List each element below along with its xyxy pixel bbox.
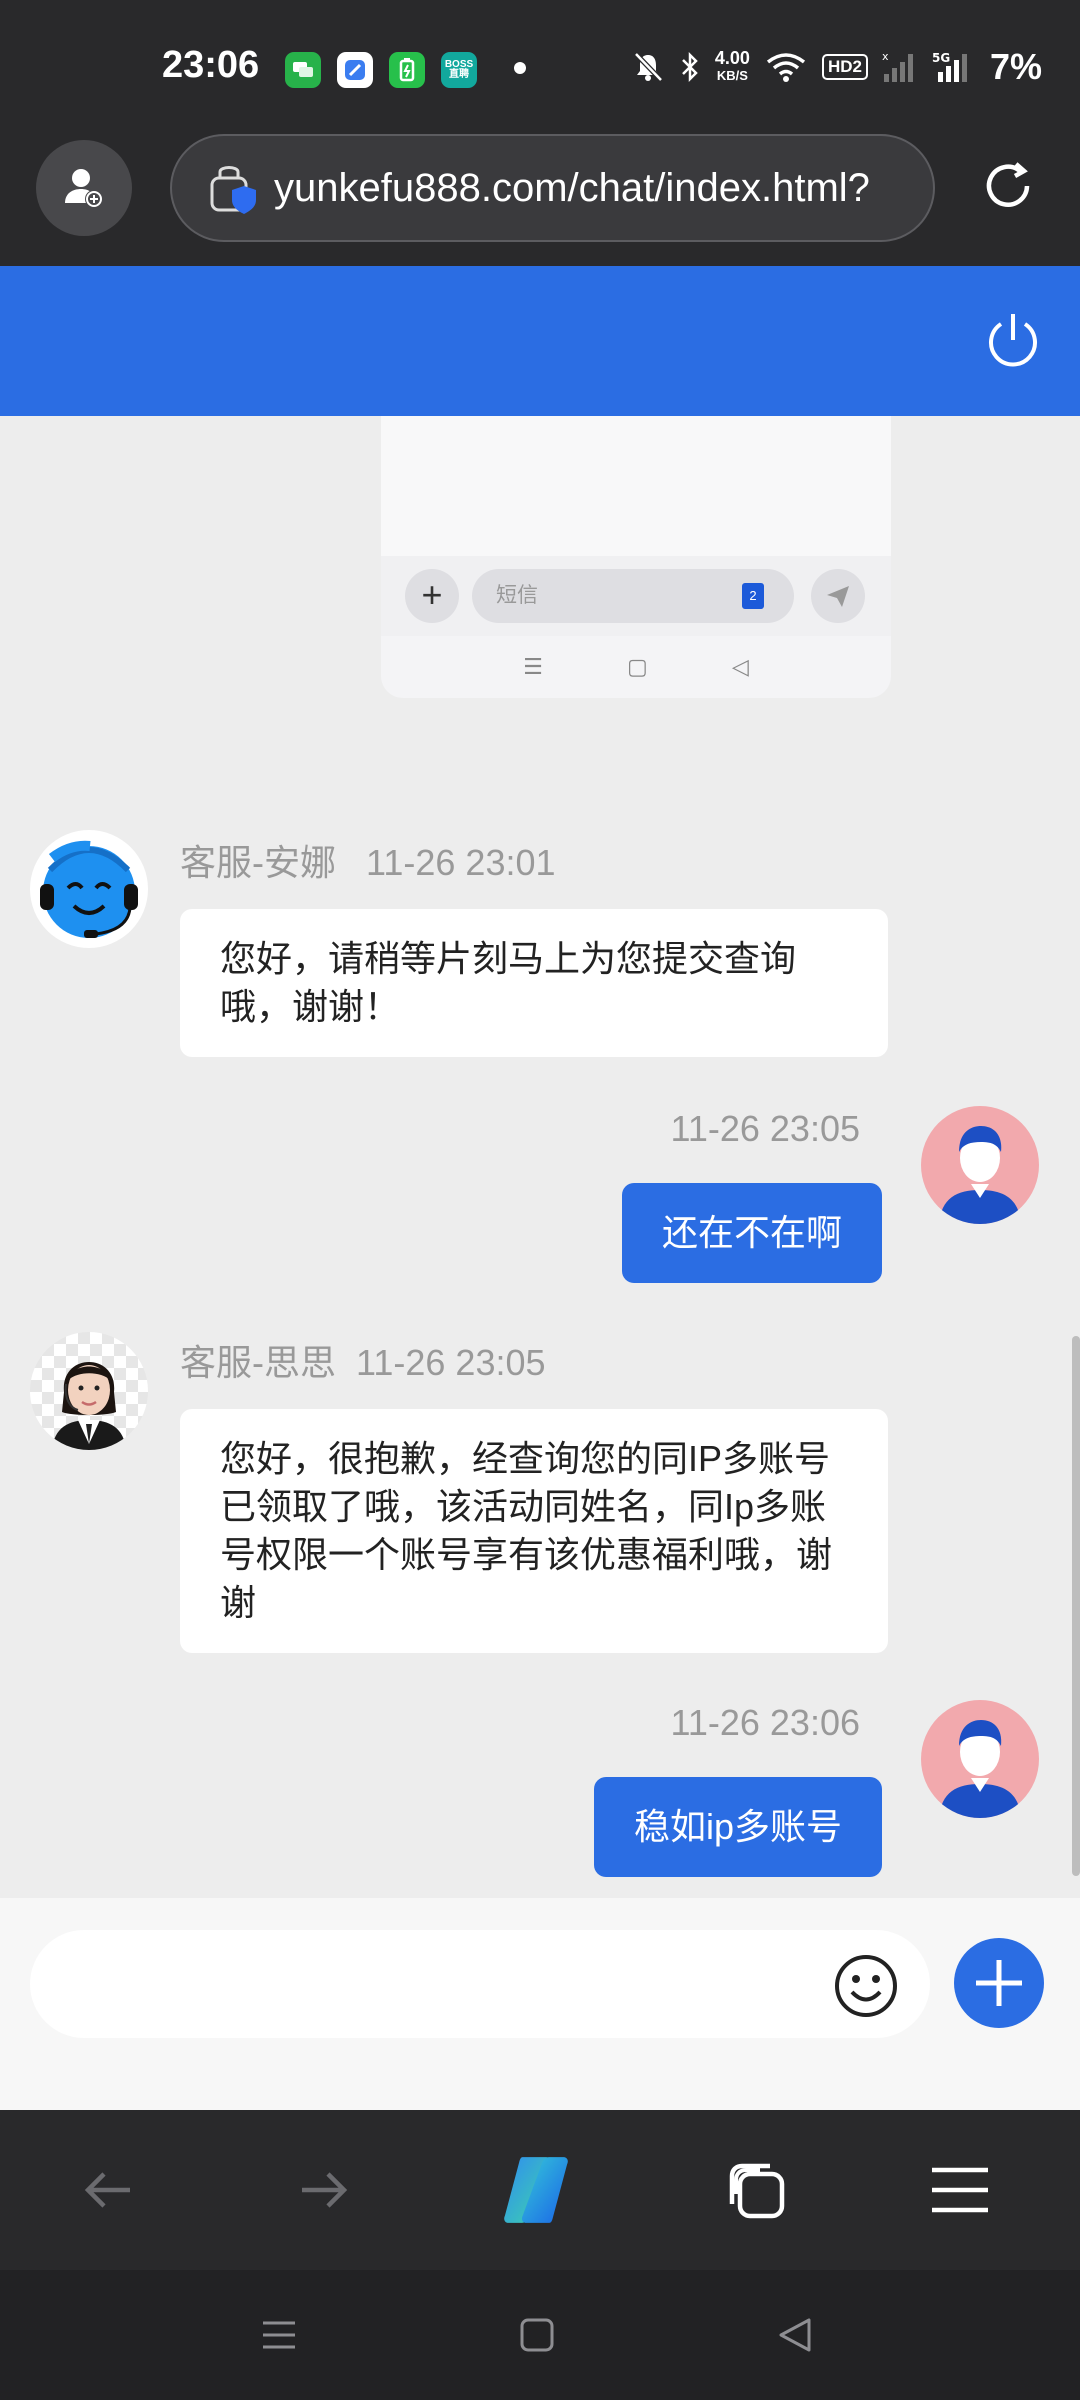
- battery-app-icon: [389, 52, 425, 88]
- arrow-right-icon: [302, 2172, 348, 2208]
- power-icon: [989, 314, 1037, 367]
- screenshot-send-icon: [811, 569, 865, 623]
- agent-avatar-sisi[interactable]: [30, 1332, 148, 1450]
- back-nav-button[interactable]: [760, 2300, 830, 2370]
- tabs-button[interactable]: [716, 2150, 796, 2230]
- back-button[interactable]: [68, 2150, 148, 2230]
- add-profile-button[interactable]: [36, 140, 132, 236]
- message-input[interactable]: [30, 1930, 930, 2038]
- emoji-button[interactable]: [833, 1953, 899, 2019]
- screenshot-nav-bar: ☰ ▢ ◁: [381, 636, 891, 698]
- browser-address-bar: yunkefu888.com/chat/index.html?: [0, 130, 1080, 266]
- user-message-bubble[interactable]: 还在不在啊: [621, 1183, 882, 1283]
- user-silhouette-icon: [939, 1126, 1021, 1224]
- bluetooth-icon: [682, 51, 698, 83]
- message-time: 11-26 23:06: [670, 1702, 861, 1743]
- notification-icons: BOSS 直聘: [285, 52, 477, 88]
- user-avatar[interactable]: [921, 1700, 1039, 1818]
- svg-text:x: x: [882, 50, 889, 63]
- arrow-left-icon: [84, 2172, 130, 2208]
- status-indicators: 4.00 KB/S HD2 x 5G 7%: [631, 46, 1042, 88]
- wifi-icon: [766, 53, 806, 82]
- sender-name: 客服-安娜: [180, 842, 336, 883]
- screenshot-menu-icon: ☰: [523, 654, 543, 679]
- mute-icon: [634, 52, 663, 82]
- site-security-icon: [210, 166, 256, 214]
- headset-bot-icon: [40, 840, 138, 938]
- url-field[interactable]: yunkefu888.com/chat/index.html?: [170, 134, 935, 242]
- smiley-icon: [835, 1955, 897, 2017]
- user-avatar[interactable]: [921, 1106, 1039, 1224]
- agent-photo-icon: [52, 1362, 126, 1450]
- battery-level: 7%: [989, 46, 1042, 87]
- message-meta: 客服-思思 11-26 23:05: [180, 1334, 546, 1386]
- screenshot-content-area: [381, 416, 891, 556]
- logout-button[interactable]: [982, 310, 1044, 372]
- url-text: yunkefu888.com/chat/index.html?: [274, 165, 870, 210]
- screenshot-sms-field: 短信 2: [472, 569, 794, 623]
- reload-button[interactable]: [972, 150, 1044, 222]
- shared-screenshot-image[interactable]: + 短信 2 ☰ ▢ ◁: [381, 416, 891, 698]
- screenshot-sms-input-row: + 短信 2: [381, 556, 891, 636]
- message-time: 11-26 23:05: [670, 1108, 861, 1149]
- back-triangle-icon: [779, 2318, 811, 2352]
- home-square-icon: [520, 2318, 554, 2352]
- chat-header: [0, 266, 1080, 416]
- more-notifications-dot: [514, 62, 526, 74]
- tabs-icon: [729, 2163, 785, 2219]
- agent-message-bubble[interactable]: 您好，很抱歉，经查询您的同IP多账号已领取了哦，该活动同姓名，同Ip多账号权限一…: [180, 1409, 888, 1653]
- screenshot-sim-badge: 2: [742, 583, 764, 609]
- menu-button[interactable]: [920, 2150, 1000, 2230]
- agent-message-bubble[interactable]: 您好，请稍等片刻马上为您提交查询哦，谢谢！: [180, 909, 888, 1057]
- message-meta: 客服-安娜 11-26 23:01: [180, 834, 556, 886]
- copilot-button[interactable]: [496, 2150, 576, 2230]
- chat-message-list[interactable]: + 短信 2 ☰ ▢ ◁ 客服-安娜 11-26 23:01 您好，请稍等片刻马…: [0, 416, 1080, 1898]
- copilot-icon: [504, 2157, 568, 2223]
- screenshot-home-icon: ▢: [626, 654, 648, 679]
- menu-lines-icon: [263, 2321, 295, 2349]
- add-user-icon: [65, 169, 103, 208]
- boss-zhipin-icon: BOSS 直聘: [441, 52, 477, 88]
- refresh-icon: [986, 162, 1030, 207]
- user-silhouette-icon: [939, 1720, 1021, 1818]
- message-input-bar: [0, 1898, 1080, 2110]
- message-time: 11-26 23:05: [356, 1342, 546, 1383]
- recent-apps-button[interactable]: [244, 2300, 314, 2370]
- plus-icon: [976, 1960, 1022, 2006]
- user-message-bubble[interactable]: 稳如ip多账号: [593, 1777, 882, 1877]
- network-speed: 4.00 KB/S: [714, 48, 750, 83]
- status-bar: 23:06 BOSS 直聘 4.00 KB/S HD2 x 5G 7%: [0, 0, 1080, 130]
- messages-icon: [285, 52, 321, 88]
- hd-voice-icon: HD2: [821, 54, 868, 80]
- agent-avatar-anna[interactable]: [30, 830, 148, 948]
- forward-button[interactable]: [284, 2150, 364, 2230]
- home-button[interactable]: [502, 2300, 572, 2370]
- screenshot-plus-icon: +: [405, 569, 459, 623]
- add-attachment-button[interactable]: [954, 1938, 1044, 2028]
- screenshot-back-icon: ◁: [731, 654, 749, 679]
- system-navigation-bar: [0, 2270, 1080, 2400]
- status-time: 23:06: [162, 44, 260, 86]
- message-time: 11-26 23:01: [366, 842, 556, 883]
- hamburger-menu-icon: [932, 2167, 988, 2213]
- chat-scrollbar[interactable]: [1072, 1336, 1080, 1876]
- browser-icon: [337, 52, 373, 88]
- sender-name: 客服-思思: [180, 1342, 336, 1383]
- svg-text:5G: 5G: [932, 51, 950, 65]
- browser-bottom-toolbar: [0, 2110, 1080, 2270]
- signal-5g-icon: 5G: [932, 51, 967, 82]
- signal-sim1-icon: x: [882, 50, 913, 82]
